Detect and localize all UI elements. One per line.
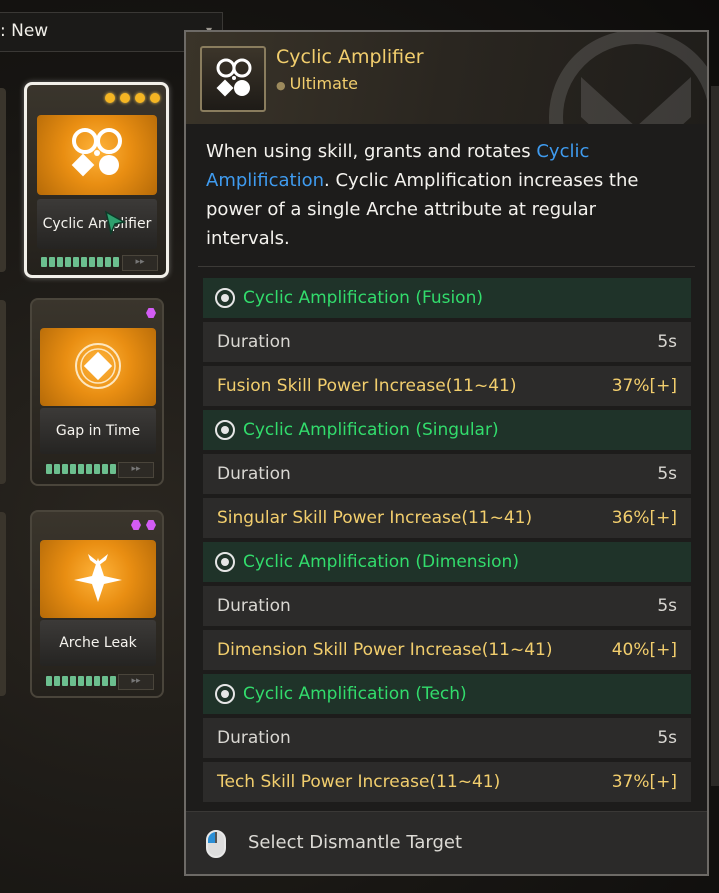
- module-card-arche-leak[interactable]: Arche Leak ▸▸: [30, 510, 164, 698]
- background-panel-edge: [711, 86, 719, 786]
- stat-label: Fusion Skill Power Increase(11~41): [217, 376, 517, 396]
- amplification-icon: [215, 288, 235, 308]
- emblem-watermark-icon: [549, 32, 707, 124]
- effect-header: Cyclic Amplification (Tech): [203, 674, 691, 714]
- module-card-partial[interactable]: [0, 300, 6, 484]
- stat-row: Fusion Skill Power Increase(11~41) 37%[+]: [203, 366, 691, 406]
- module-card-gap-in-time[interactable]: Gap in Time ▸▸: [30, 298, 164, 486]
- module-name: Gap in Time: [40, 408, 156, 454]
- capacity-dot: [150, 93, 160, 103]
- stat-label: Tech Skill Power Increase(11~41): [217, 772, 501, 792]
- module-name: Arche Leak: [40, 620, 156, 666]
- stat-value: 37%[+]: [611, 376, 677, 396]
- stat-row: Dimension Skill Power Increase(11~41) 40%…: [203, 630, 691, 670]
- tooltip-footer[interactable]: Select Dismantle Target: [186, 811, 707, 874]
- tooltip-subtitle: ● Ultimate: [276, 74, 358, 93]
- socket-hex-icon: [146, 308, 156, 318]
- stat-value: 5s: [657, 728, 677, 748]
- capacity-dot: [105, 93, 115, 103]
- stat-label: Singular Skill Power Increase(11~41): [217, 508, 533, 528]
- stat-label: Duration: [217, 464, 291, 484]
- socket-indicator: [38, 516, 156, 534]
- cursor-arrow-icon: [104, 210, 126, 236]
- module-tooltip: Cyclic Amplifier ● Ultimate When using sk…: [184, 30, 709, 876]
- stat-value: 5s: [657, 332, 677, 352]
- effect-header-label: Cyclic Amplification (Fusion): [243, 288, 483, 308]
- effect-list: Cyclic Amplification (Fusion) Duration 5s…: [203, 278, 691, 806]
- arrow-icon: ▸▸: [118, 674, 154, 690]
- socket-hex-icon: [131, 520, 141, 530]
- stat-row: Duration 5s: [203, 718, 691, 758]
- arrow-icon: ▸▸: [118, 462, 154, 478]
- amplification-icon: [215, 552, 235, 572]
- stat-value: 5s: [657, 596, 677, 616]
- desc-text: When using skill, grants and rotates: [206, 141, 537, 162]
- tooltip-description: When using skill, grants and rotates Cyc…: [206, 137, 676, 253]
- tooltip-header: Cyclic Amplifier ● Ultimate: [186, 32, 707, 124]
- arrow-icon: ▸▸: [122, 255, 158, 271]
- stat-row: Duration 5s: [203, 322, 691, 362]
- stat-value: 37%[+]: [611, 772, 677, 792]
- module-name: Cyclic Amplifier: [37, 199, 157, 249]
- gap-in-time-icon: [40, 328, 156, 406]
- stat-value: 40%[+]: [611, 640, 677, 660]
- effect-header-label: Cyclic Amplification (Dimension): [243, 552, 519, 572]
- effect-header: Cyclic Amplification (Singular): [203, 410, 691, 450]
- capacity-dot: [120, 93, 130, 103]
- amplification-icon: [215, 684, 235, 704]
- stat-label: Duration: [217, 728, 291, 748]
- socket-indicator: [38, 304, 156, 322]
- effect-header-label: Cyclic Amplification (Tech): [243, 684, 467, 704]
- arche-leak-icon: [40, 540, 156, 618]
- sort-label: : New: [0, 21, 49, 41]
- level-bars: [41, 257, 119, 267]
- amplification-icon: [215, 420, 235, 440]
- stat-label: Duration: [217, 332, 291, 352]
- effect-header-label: Cyclic Amplification (Singular): [243, 420, 499, 440]
- cyclic-amplifier-icon: [37, 115, 157, 195]
- stat-row: Tech Skill Power Increase(11~41) 37%[+]: [203, 762, 691, 802]
- level-bars: [46, 464, 124, 474]
- select-dismantle-target-label: Select Dismantle Target: [248, 832, 463, 853]
- level-bars: [46, 676, 124, 686]
- effect-header: Cyclic Amplification (Dimension): [203, 542, 691, 582]
- stat-row: Duration 5s: [203, 586, 691, 626]
- tooltip-title: Cyclic Amplifier: [276, 46, 424, 68]
- socket-hex-icon: [146, 520, 156, 530]
- module-card-partial[interactable]: [0, 88, 6, 272]
- stat-row: Singular Skill Power Increase(11~41) 36%[…: [203, 498, 691, 538]
- module-type: Ultimate: [289, 74, 358, 93]
- capacity-indicator: [33, 89, 160, 107]
- cyclic-amplifier-icon: [200, 46, 266, 112]
- module-card-cyclic-amplifier[interactable]: Cyclic Amplifier ▸▸: [24, 82, 169, 278]
- capacity-dot: [135, 93, 145, 103]
- stat-label: Dimension Skill Power Increase(11~41): [217, 640, 553, 660]
- mouse-left-click-icon: [206, 830, 226, 858]
- divider: [198, 266, 695, 267]
- effect-header: Cyclic Amplification (Fusion): [203, 278, 691, 318]
- stat-value: 5s: [657, 464, 677, 484]
- module-card-partial[interactable]: [0, 512, 6, 696]
- stat-value: 36%[+]: [611, 508, 677, 528]
- stat-label: Duration: [217, 596, 291, 616]
- stat-row: Duration 5s: [203, 454, 691, 494]
